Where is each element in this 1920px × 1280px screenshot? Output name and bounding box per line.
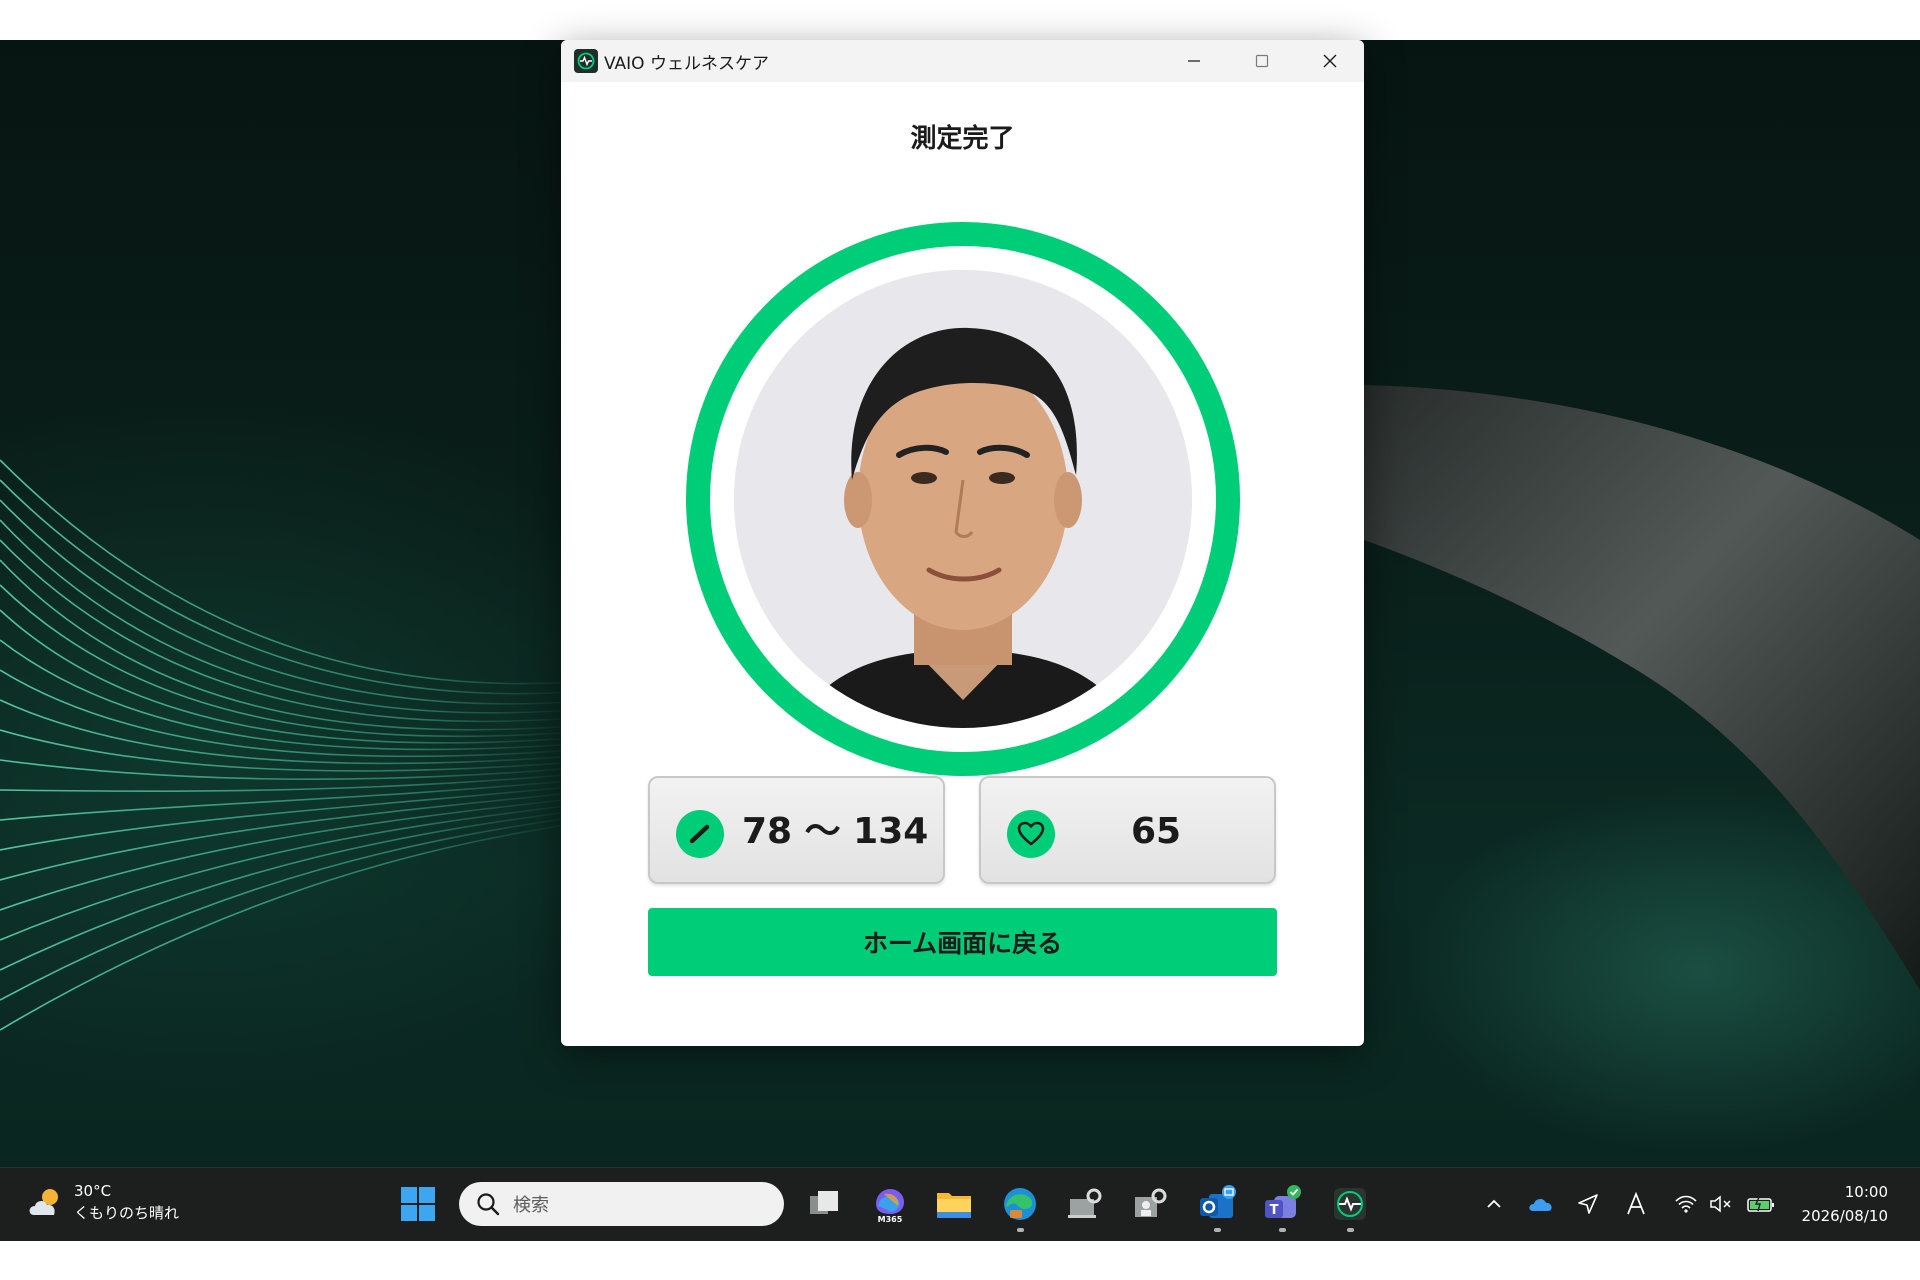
system-clock[interactable]: 10:00 2026/08/10	[1802, 1180, 1888, 1228]
edge-icon	[1004, 1188, 1036, 1220]
onedrive-tray-button[interactable]	[1525, 1188, 1557, 1220]
laptop-gear-icon	[1068, 1188, 1102, 1218]
clock-time: 10:00	[1844, 1183, 1888, 1201]
task-view-icon	[810, 1191, 838, 1214]
settings-app-button[interactable]	[1063, 1182, 1107, 1226]
blood-pressure-card: 78 〜 134	[648, 776, 945, 884]
partly-cloudy-icon	[29, 1189, 58, 1215]
battery-tray-button[interactable]	[1745, 1188, 1777, 1220]
weather-description: くもりのち晴れ	[74, 1204, 180, 1222]
wifi-icon	[1675, 1195, 1697, 1213]
chevron-up-icon	[1487, 1199, 1501, 1208]
minimize-button[interactable]	[1160, 40, 1228, 82]
m365-copilot-icon: M365	[876, 1189, 904, 1224]
running-indicator	[1347, 1228, 1354, 1232]
close-icon	[1323, 54, 1337, 68]
search-icon	[477, 1193, 500, 1216]
title-bar[interactable]: VAIO ウェルネスケア	[561, 40, 1364, 82]
start-button[interactable]	[400, 1186, 436, 1222]
clock-date: 2026/08/10	[1801, 1207, 1888, 1225]
windows-logo-icon	[401, 1187, 435, 1221]
input-method-button[interactable]	[1620, 1188, 1652, 1220]
search-placeholder: 検索	[513, 1195, 549, 1216]
taskbar: 30°C くもりのち晴れ 検索 M365 T 10:00 2026/08/10	[0, 1167, 1920, 1241]
face-photo	[734, 270, 1192, 728]
heart-icon	[1007, 810, 1055, 858]
close-button[interactable]	[1296, 40, 1364, 82]
volume-muted-icon	[1710, 1195, 1731, 1213]
running-indicator	[1214, 1228, 1221, 1232]
edge-browser-button[interactable]	[998, 1182, 1042, 1232]
minimize-icon	[1188, 60, 1200, 62]
return-home-button[interactable]: ホーム画面に戻る	[648, 908, 1277, 976]
heart-rate-card: 65	[979, 776, 1276, 884]
heart-rate-value: 65	[1131, 811, 1182, 852]
running-indicator	[1279, 1228, 1286, 1232]
app-logo-icon	[574, 49, 598, 73]
weather-temperature: 30°C	[74, 1182, 112, 1200]
page-title: 測定完了	[910, 124, 1015, 154]
app-window: VAIO ウェルネスケア 測定完了 78 〜 134 65 ホーム画面に戻る	[561, 40, 1364, 1046]
maximize-button[interactable]	[1228, 40, 1296, 82]
weather-widget[interactable]: 30°C くもりのち晴れ	[26, 1180, 179, 1224]
vaio-wellness-icon	[1334, 1188, 1366, 1220]
cloud-icon	[1529, 1198, 1552, 1211]
location-arrow-icon	[1578, 1194, 1598, 1214]
blood-pressure-value: 78 〜 134	[742, 811, 929, 852]
ime-a-icon	[1627, 1192, 1645, 1215]
maximize-icon	[1255, 54, 1269, 68]
admin-tool-button[interactable]	[1128, 1182, 1172, 1226]
svg-text:T: T	[1270, 1203, 1279, 1218]
show-hidden-icons-button[interactable]	[1478, 1188, 1510, 1220]
battery-charging-icon	[1747, 1194, 1774, 1212]
outlook-icon	[1200, 1185, 1236, 1218]
location-tray-button[interactable]	[1572, 1188, 1604, 1220]
user-gear-icon	[1135, 1188, 1167, 1217]
running-indicator	[1017, 1228, 1024, 1232]
task-view-button[interactable]	[802, 1182, 846, 1226]
m365-app-button[interactable]: M365	[868, 1182, 912, 1226]
gauge-icon	[676, 810, 724, 858]
m365-label: M365	[878, 1215, 903, 1224]
volume-tray-button[interactable]	[1706, 1188, 1738, 1220]
vaio-wellness-button[interactable]	[1328, 1182, 1372, 1232]
wifi-tray-button[interactable]	[1670, 1188, 1702, 1220]
window-title: VAIO ウェルネスケア	[604, 53, 769, 74]
outlook-button[interactable]	[1195, 1182, 1239, 1232]
teams-button[interactable]: T	[1260, 1182, 1304, 1232]
file-explorer-button[interactable]	[932, 1182, 976, 1226]
folder-icon	[937, 1193, 971, 1218]
taskbar-search-input[interactable]: 検索	[459, 1182, 784, 1226]
teams-icon: T	[1265, 1185, 1301, 1218]
